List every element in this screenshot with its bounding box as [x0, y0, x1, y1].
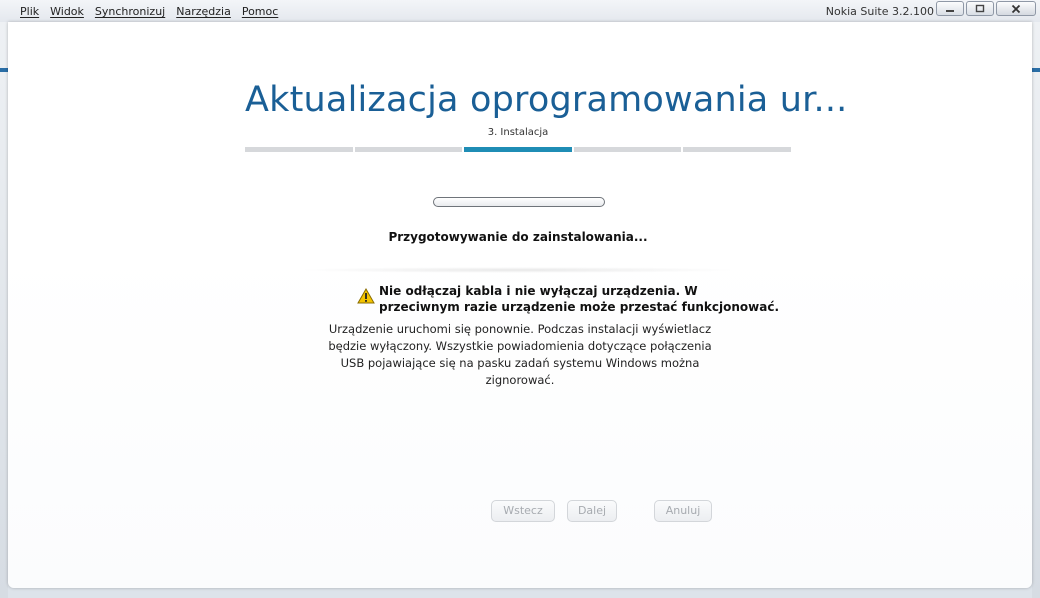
- menu-item-widok[interactable]: Widok: [50, 5, 84, 18]
- step-segment-1: [245, 147, 353, 152]
- status-text: Przygotowywanie do zainstalowania...: [388, 230, 648, 244]
- next-button[interactable]: Dalej: [567, 500, 617, 522]
- wizard-panel: Aktualizacja oprogramowania ur... 3. Ins…: [8, 22, 1032, 588]
- step-segment-2: [354, 147, 463, 152]
- back-button[interactable]: Wstecz: [491, 500, 555, 522]
- step-label: 3. Instalacja: [487, 127, 549, 138]
- install-progress-bar: [433, 197, 605, 207]
- wizard-title: Aktualizacja oprogramowania ur...: [245, 80, 848, 120]
- warning-message: Nie odłączaj kabla i nie wyłączaj urządz…: [379, 284, 779, 314]
- divider: [298, 267, 738, 273]
- app-title: Nokia Suite 3.2.100: [825, 5, 934, 18]
- menu-bar: Plik Widok Synchronizuj Narzędzia Pomoc: [20, 5, 289, 18]
- window-frame-left: [0, 22, 8, 598]
- info-message: Urządzenie uruchomi się ponownie. Podcza…: [328, 322, 712, 387]
- menu-item-synchronizuj[interactable]: Synchronizuj: [95, 5, 165, 18]
- step-segment-3: [464, 147, 572, 152]
- window-frame-right: [1032, 22, 1040, 598]
- window-controls: [936, 1, 1036, 16]
- minimize-icon: [946, 9, 954, 12]
- maximize-icon: [975, 4, 985, 13]
- step-segment-4: [573, 147, 682, 152]
- step-segment-5: [683, 147, 791, 152]
- warning-icon: [357, 288, 375, 304]
- accent-edge-right: [1032, 68, 1040, 72]
- minimize-button[interactable]: [936, 1, 964, 16]
- step-indicator: [245, 147, 791, 152]
- maximize-button[interactable]: [966, 1, 994, 16]
- close-icon: [1011, 4, 1021, 13]
- accent-edge-left: [0, 68, 8, 72]
- menu-item-narzedzia[interactable]: Narzędzia: [176, 5, 231, 18]
- cancel-button[interactable]: Anuluj: [654, 500, 712, 522]
- title-bar: Plik Widok Synchronizuj Narzędzia Pomoc …: [0, 0, 1040, 23]
- close-button[interactable]: [996, 1, 1036, 16]
- menu-item-pomoc[interactable]: Pomoc: [242, 5, 278, 18]
- menu-item-plik[interactable]: Plik: [20, 5, 39, 18]
